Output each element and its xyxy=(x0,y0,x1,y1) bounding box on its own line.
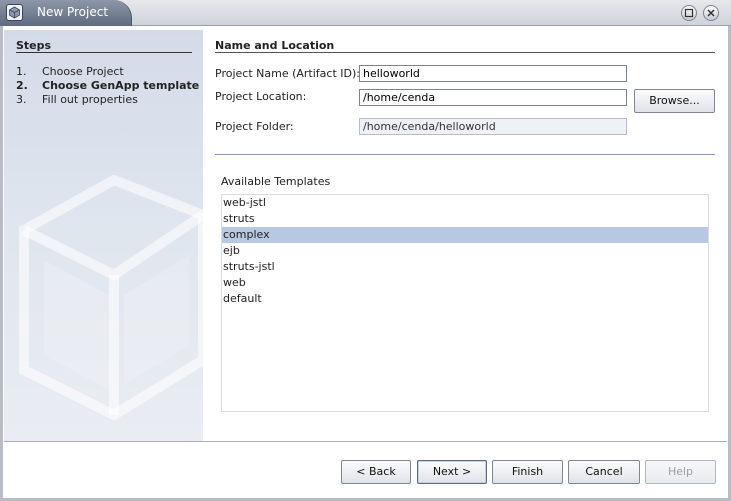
template-item-complex[interactable]: complex xyxy=(222,227,708,243)
template-list[interactable]: web-jstl struts complex ejb struts-jstl … xyxy=(221,194,709,412)
browse-button[interactable]: Browse... xyxy=(634,89,715,113)
template-item-web-jstl[interactable]: web-jstl xyxy=(222,195,708,211)
project-folder-label: Project Folder: xyxy=(215,120,294,133)
steps-title: Steps xyxy=(16,39,52,52)
steps-divider xyxy=(16,52,192,53)
step-item-fill-out-properties: 3. Fill out properties xyxy=(16,93,138,106)
step-item-choose-genapp-template: 2. Choose GenApp template xyxy=(16,79,199,92)
step-number: 3. xyxy=(16,93,27,106)
step-item-choose-project: 1. Choose Project xyxy=(16,65,124,78)
title-tab: New Project xyxy=(0,0,132,26)
project-folder-field xyxy=(359,118,627,135)
template-item-web[interactable]: web xyxy=(222,275,708,291)
section-title-name-location: Name and Location xyxy=(215,39,335,52)
window-title: New Project xyxy=(37,5,109,19)
template-item-struts[interactable]: struts xyxy=(222,211,708,227)
project-name-label: Project Name (Artifact ID): xyxy=(215,67,360,80)
maximize-icon[interactable] xyxy=(681,5,697,21)
project-name-input[interactable] xyxy=(359,65,627,82)
step-number: 1. xyxy=(16,65,27,78)
section-separator xyxy=(215,154,715,155)
step-label: Choose Project xyxy=(42,65,124,78)
step-label: Fill out properties xyxy=(42,93,138,106)
title-bar[interactable]: New Project xyxy=(0,0,731,26)
steps-panel: Steps 1. Choose Project 2. Choose GenApp t… xyxy=(4,30,203,441)
help-button[interactable]: Help xyxy=(645,460,716,484)
template-item-default[interactable]: default xyxy=(222,291,708,307)
template-item-struts-jstl[interactable]: struts-jstl xyxy=(222,259,708,275)
project-location-label: Project Location: xyxy=(215,90,307,103)
project-location-input[interactable] xyxy=(359,89,627,106)
next-button[interactable]: Next > xyxy=(417,460,487,484)
section-divider xyxy=(215,52,715,53)
back-button[interactable]: < Back xyxy=(341,460,411,484)
template-item-ejb[interactable]: ejb xyxy=(222,243,708,259)
close-icon[interactable] xyxy=(703,5,719,21)
bottom-divider xyxy=(4,441,727,442)
available-templates-label: Available Templates xyxy=(221,175,331,188)
app-icon[interactable] xyxy=(6,4,23,21)
cancel-button[interactable]: Cancel xyxy=(568,460,640,484)
finish-button[interactable]: Finish xyxy=(492,460,563,484)
step-number: 2. xyxy=(16,79,28,92)
step-label: Choose GenApp template xyxy=(42,79,200,92)
